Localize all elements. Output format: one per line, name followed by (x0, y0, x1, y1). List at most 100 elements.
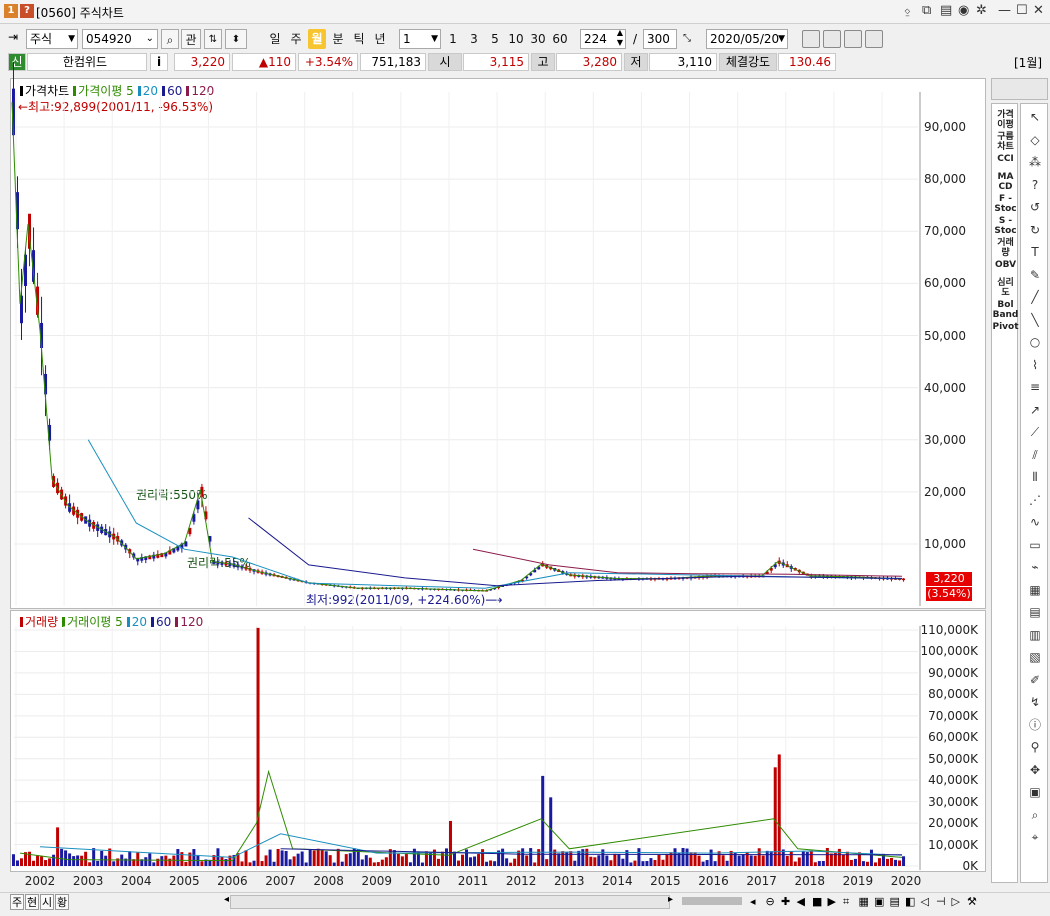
indicator-item[interactable]: S - Stoc (992, 216, 1019, 236)
undo-icon[interactable]: ↺ (1025, 198, 1045, 216)
indicator-item[interactable]: CCI (992, 154, 1019, 164)
print-icon[interactable]: ▤ (890, 895, 900, 908)
target-icon[interactable]: ⌖ (1025, 828, 1045, 846)
trendline-icon[interactable]: ╱ (1025, 288, 1045, 306)
pen-icon[interactable]: ✎ (1025, 266, 1045, 284)
parallel-icon[interactable]: ≡ (1025, 378, 1045, 396)
zoom-icon[interactable]: ⌕ (1025, 806, 1045, 824)
horizontal-scrollbar[interactable] (230, 895, 670, 909)
prev-icon[interactable]: ◂ (750, 895, 756, 908)
zigzag-icon[interactable]: ⌁ (1025, 558, 1045, 576)
volume-bar (465, 849, 469, 866)
step-back-icon[interactable]: ◀ (797, 895, 805, 908)
chart-icon[interactable]: ▥ (1025, 626, 1045, 644)
pointer-icon[interactable]: ↖ (1025, 108, 1045, 126)
volume-bar (621, 858, 625, 866)
scroll-right-icon[interactable]: ▸ (668, 894, 673, 905)
bottom-tab[interactable]: 현 (25, 894, 39, 910)
indicator-item[interactable]: 거래 량 (992, 238, 1019, 258)
volume-bar (493, 861, 497, 866)
help-icon[interactable]: ? (1025, 176, 1045, 194)
settings-icon[interactable]: ⚒ (967, 895, 977, 908)
indicator-item[interactable]: Pivot (992, 322, 1019, 332)
bars-icon[interactable]: ⫴ (1025, 468, 1045, 486)
home-icon[interactable]: ⊣ (936, 895, 946, 908)
volume-bar (713, 861, 717, 866)
year-tick: 2008 (313, 874, 344, 888)
zoom-slider[interactable] (682, 897, 742, 905)
zoom-out-icon[interactable]: ⊖ (766, 895, 775, 908)
forward-icon[interactable]: ▷ (952, 895, 960, 908)
box-icon[interactable]: ▣ (1025, 783, 1045, 801)
redo-icon[interactable]: ↻ (1025, 221, 1045, 239)
edit-icon[interactable]: ✐ (1025, 671, 1045, 689)
move-icon[interactable]: ✥ (1025, 761, 1045, 779)
volume-bar (481, 849, 485, 866)
ma5-line (11, 102, 903, 592)
volume-bar (276, 848, 280, 866)
volume-bar (898, 860, 902, 866)
pattern-icon[interactable]: ▧ (1025, 648, 1045, 666)
indicator-item[interactable]: OBV (992, 260, 1019, 270)
volume-bar (581, 849, 585, 866)
indicator-item[interactable]: 구름 차트 (992, 132, 1019, 152)
volume-bar (92, 848, 96, 866)
wave-icon[interactable]: ∿ (1025, 513, 1045, 531)
grid-icon[interactable]: ⌗ (843, 895, 849, 909)
indicator-item[interactable]: 심리 도 (992, 278, 1019, 298)
circle-icon[interactable]: ○ (1025, 333, 1045, 351)
volume-bar (461, 854, 465, 866)
ma20-line (87, 439, 903, 589)
info-icon[interactable]: ⓘ (1025, 716, 1045, 734)
volume-bar (801, 851, 805, 866)
scroll-left-icon[interactable]: ◂ (224, 894, 229, 905)
dots-icon[interactable]: ⋰ (1025, 491, 1045, 509)
volume-bar (661, 859, 665, 866)
zoom-in-icon[interactable]: ✚ (781, 895, 790, 908)
volume-bar (248, 862, 252, 866)
volume-bar (308, 849, 312, 866)
note-icon[interactable]: ▤ (1025, 603, 1045, 621)
step-forward-icon[interactable]: ▶ (828, 895, 836, 908)
eraser-icon[interactable]: ◇ (1025, 131, 1045, 149)
diagonal-icon[interactable]: ╲ (1025, 311, 1045, 329)
volume-bar (697, 855, 701, 866)
back-icon[interactable]: ◁ (921, 895, 929, 908)
volume-bar (288, 859, 292, 866)
year-tick: 2014 (602, 874, 633, 888)
grid-icon[interactable]: ▦ (1025, 581, 1045, 599)
volume-bar (128, 851, 132, 866)
indicator-item[interactable]: Bol Band (992, 300, 1019, 320)
all-icon[interactable]: ⁂ (1025, 153, 1045, 171)
layout-icon[interactable]: ◧ (905, 895, 915, 908)
fork-icon[interactable]: ⌇ (1025, 356, 1045, 374)
arrow-icon[interactable]: ↗ (1025, 401, 1045, 419)
save-icon[interactable]: ▣ (874, 895, 884, 908)
volume-bar (589, 856, 593, 866)
bottom-tab[interactable]: 황 (55, 894, 69, 910)
volume-bar (877, 858, 881, 866)
excel-icon[interactable]: ▦ (859, 895, 869, 908)
volume-bar (829, 853, 833, 866)
indicator-item[interactable]: MA CD (992, 172, 1019, 192)
volume-bar (557, 853, 561, 866)
volume-bar (513, 858, 517, 866)
volume-bar (741, 854, 745, 866)
indicator-item[interactable]: 가격 이평 (992, 110, 1019, 130)
stop-icon[interactable]: ■ (812, 895, 822, 908)
channel-icon[interactable]: ⫽ (1025, 446, 1045, 464)
fan-icon[interactable]: ⟋ (1025, 423, 1045, 441)
bottom-tab[interactable]: 주 (10, 894, 24, 910)
text-icon[interactable]: T (1025, 243, 1045, 261)
signal-icon[interactable]: ↯ (1025, 693, 1045, 711)
volume-bar (316, 848, 320, 866)
bottom-tab[interactable]: 시 (40, 894, 54, 910)
volume-bar (15, 860, 19, 866)
indicator-item[interactable]: F - Stoc (992, 194, 1019, 214)
rect-icon[interactable]: ▭ (1025, 536, 1045, 554)
volume-bar (444, 848, 448, 866)
volume-bar (473, 856, 477, 866)
search-icon[interactable]: ⚲ (1025, 738, 1045, 756)
year-tick: 2016 (698, 874, 729, 888)
volume-bar (272, 861, 276, 866)
